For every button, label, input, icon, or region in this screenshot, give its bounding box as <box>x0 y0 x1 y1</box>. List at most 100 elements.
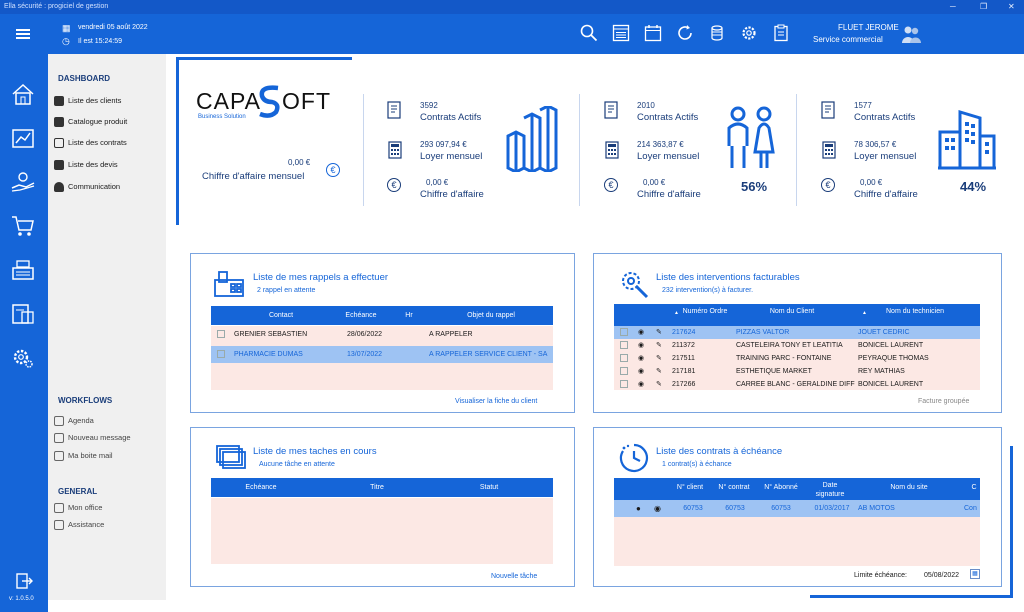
table-row[interactable]: ● ◉ 60753 60753 60753 01/03/2017 AB MOTO… <box>614 500 980 517</box>
sidebar-item-nouveau-message[interactable]: Nouveau message <box>54 431 131 445</box>
column-header[interactable]: Objet du rappel <box>429 306 553 325</box>
workflows-heading: WORKFLOWS <box>58 396 113 405</box>
facture-groupee-link[interactable]: Facture groupée <box>918 398 969 405</box>
pencil-icon[interactable]: ✎ <box>656 365 662 378</box>
gear-icon[interactable] <box>740 24 758 42</box>
column-header[interactable]: N° contrat <box>712 478 756 497</box>
cards-stack-icon <box>216 445 246 469</box>
kpi1-ca-value: 0,00 € <box>426 178 449 187</box>
filter-icon[interactable]: ▲ <box>862 304 867 323</box>
column-header[interactable]: N° client <box>670 478 710 497</box>
kpi-separator <box>363 94 364 206</box>
row-checkbox[interactable] <box>217 330 225 338</box>
sidebar-item-boite-mail[interactable]: Ma boite mail <box>54 449 113 463</box>
column-header[interactable]: Echéance <box>335 306 387 325</box>
kpi3-ca-label: Chiffre d'affaire <box>854 189 918 200</box>
eye-icon[interactable]: ◉ <box>654 500 661 517</box>
agenda-icon <box>54 416 64 427</box>
search-icon[interactable] <box>580 24 598 42</box>
table-row[interactable]: ◉ ✎ 211372 CASTELEIRA TONY ET LEATITIA BONIC… <box>614 339 980 352</box>
row-checkbox[interactable] <box>620 367 628 375</box>
reports-icon[interactable] <box>10 302 36 326</box>
column-header[interactable]: Nom du technicien <box>882 307 948 316</box>
eye-icon[interactable]: ◉ <box>638 352 644 365</box>
eye-icon[interactable]: ◉ <box>638 339 644 352</box>
person-icon[interactable]: ● <box>636 500 641 517</box>
row-checkbox[interactable] <box>217 350 225 358</box>
row-checkbox[interactable] <box>620 341 628 349</box>
column-header[interactable]: Nom du site <box>884 478 934 497</box>
table-row[interactable]: ◉ ✎ 217181 ESTHETIQUE MARKET REY MATHIAS <box>614 365 980 378</box>
eye-icon[interactable]: ◉ <box>638 378 644 391</box>
taches-subtitle: Aucune tâche en attente <box>259 461 335 468</box>
sidebar-item-catalogue[interactable]: Catalogue produit <box>54 115 127 129</box>
row-checkbox[interactable] <box>620 328 628 336</box>
sidebar-item-clients[interactable]: Liste des clients <box>54 94 121 108</box>
column-header[interactable]: C <box>968 478 980 497</box>
sidebar-item-agenda[interactable]: Agenda <box>54 414 94 428</box>
clipboard-icon[interactable] <box>772 24 790 42</box>
statistics-icon[interactable] <box>10 126 36 150</box>
invoice-icon <box>54 160 64 171</box>
pencil-icon[interactable]: ✎ <box>656 352 662 365</box>
sidebar-item-devis[interactable]: Liste des devis <box>54 158 118 172</box>
calendar-picker-icon[interactable]: ▦ <box>970 569 980 579</box>
nouvelle-tache-link[interactable]: Nouvelle tâche <box>491 573 537 580</box>
voir-fiche-client-link[interactable]: Visualiser la fiche du client <box>455 398 537 405</box>
sidebar-item-mon-office[interactable]: Mon office <box>54 501 102 515</box>
home-icon[interactable] <box>10 82 36 106</box>
logout-icon[interactable] <box>15 572 33 590</box>
column-header[interactable]: Echéance <box>231 478 291 497</box>
settings-icon[interactable] <box>10 346 36 370</box>
column-header[interactable]: Nom du Client <box>762 307 822 316</box>
refresh-icon[interactable] <box>676 24 694 42</box>
column-header[interactable]: Titre <box>347 478 407 497</box>
cart-icon[interactable] <box>10 214 36 238</box>
column-header[interactable]: N° Abonné <box>758 478 804 497</box>
interventions-card: Liste des interventions facturables 232 … <box>593 253 1002 413</box>
column-header[interactable]: Numéro Ordre <box>682 307 728 316</box>
calendar-icon[interactable] <box>644 24 662 42</box>
euro-icon: € <box>387 178 401 192</box>
interventions-table-body: ◉ ✎ 217624 PIZZAS VALTOR JOUET CEDRIC ◉ ✎ 21137… <box>614 326 980 390</box>
service-hand-icon[interactable] <box>10 170 36 194</box>
sidebar-item-contrats[interactable]: Liste des contrats <box>54 136 127 150</box>
hamburger-menu-icon[interactable] <box>16 29 30 39</box>
table-cell: JOUET CEDRIC <box>858 329 910 336</box>
eye-icon[interactable]: ◉ <box>638 365 644 378</box>
table-cell: 217266 <box>672 381 696 388</box>
left-nav-bar: v: 1.0.5.0 <box>0 54 48 612</box>
users-avatar-icon[interactable] <box>900 23 922 45</box>
general-heading: GENERAL <box>58 487 98 496</box>
sidebar-item-assistance[interactable]: Assistance <box>54 518 104 532</box>
pencil-icon[interactable]: ✎ <box>656 339 662 352</box>
row-checkbox[interactable] <box>620 380 628 388</box>
row-checkbox[interactable] <box>620 354 628 362</box>
maximize-button[interactable]: ❐ <box>980 0 987 14</box>
table-row[interactable]: ◉ ✎ 217624 PIZZAS VALTOR JOUET CEDRIC <box>614 326 980 339</box>
filter-icon[interactable]: ▲ <box>674 304 679 323</box>
table-row[interactable]: ◉ ✎ 217511 TRAINING PARC - FONTAINE PEYRAQUE… <box>614 352 980 365</box>
eye-icon[interactable]: ◉ <box>638 326 644 339</box>
minimize-button[interactable]: ─ <box>950 0 956 14</box>
sidebar-item-communication[interactable]: Communication <box>54 180 120 194</box>
column-header[interactable]: Statut <box>459 478 519 497</box>
table-row[interactable]: GRENIER SEBASTIEN 28/06/2022 A RAPPELER <box>211 326 553 343</box>
cash-register-icon[interactable] <box>10 258 36 282</box>
coins-icon[interactable] <box>708 24 726 42</box>
column-header[interactable]: Hr <box>393 306 425 325</box>
kpi1-ca-label: Chiffre d'affaire <box>420 189 484 200</box>
frame-right-border <box>1010 446 1013 596</box>
list-icon[interactable] <box>612 24 630 42</box>
kpi1-contrats-label: Contrats Actifs <box>420 112 482 123</box>
table-cell: PIZZAS VALTOR <box>736 329 790 336</box>
close-button[interactable]: ✕ <box>1008 0 1015 14</box>
limite-echeance-value[interactable]: 05/08/2022 <box>924 572 959 579</box>
pencil-icon[interactable]: ✎ <box>656 378 662 391</box>
table-row[interactable]: PHARMACIE DUMAS 13/07/2022 A RAPPELER SE… <box>211 346 553 363</box>
column-header[interactable]: Contact <box>231 306 331 325</box>
column-header[interactable]: Date signature <box>810 481 850 499</box>
mailbox-icon <box>54 451 64 462</box>
table-row[interactable]: ◉ ✎ 217266 CARREE BLANC - GERALDINE DIFF BON… <box>614 378 980 391</box>
pencil-icon[interactable]: ✎ <box>656 326 662 339</box>
